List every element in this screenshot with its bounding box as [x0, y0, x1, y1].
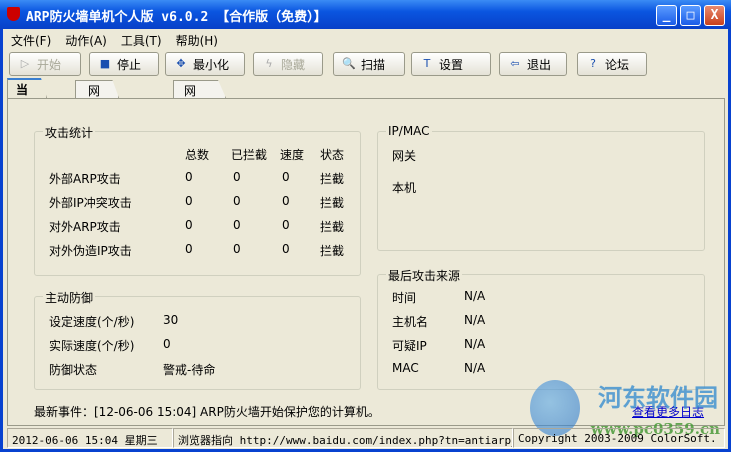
status-copyright: Copyright 2003-2009 ColorSoft. — [513, 428, 725, 448]
defense-label: 实际速度(个/秒) — [49, 339, 135, 353]
attack-row-value: 拦截 — [320, 220, 345, 234]
toolbar-button-5[interactable]: T 设置 — [411, 52, 491, 76]
last-attack-group: 最后攻击来源 时间 N/A 主机名 N/A 可疑IP N/A MAC N/A — [377, 267, 705, 390]
menu-action[interactable]: 动作(A) — [65, 32, 107, 48]
defense-label: 设定速度(个/秒) — [49, 315, 135, 329]
attack-row-label: 外部IP冲突攻击 — [49, 196, 132, 210]
tab-traffic-analysis[interactable]: 网络流量分析 — [75, 80, 120, 98]
attack-row-label: 外部ARP攻击 — [49, 172, 121, 186]
shield-icon — [7, 7, 20, 21]
last-attack-label: MAC — [392, 361, 419, 375]
defense-value: 30 — [163, 313, 179, 327]
tab-host-list[interactable]: 网络主机列表(2) — [173, 80, 226, 98]
defense-value: 警戒-待命 — [163, 363, 216, 377]
defense-value: 0 — [163, 337, 171, 351]
last-attack-value: N/A — [464, 361, 486, 375]
attack-row-label: 对外ARP攻击 — [49, 220, 121, 234]
group-title: 主动防御 — [43, 289, 96, 306]
app-window: ARP防火墙单机个人版 v6.0.2 【合作版（免费）】 _ □ X 文件(F)… — [0, 0, 731, 452]
window-title: ARP防火墙单机个人版 v6.0.2 【合作版（免费）】 — [26, 10, 327, 25]
exit-door-icon: ⇦ — [510, 57, 520, 70]
minimize-icon: ✥ — [176, 57, 186, 70]
attack-row-value: 0 — [282, 242, 290, 256]
attack-row-value: 0 — [233, 194, 241, 208]
last-attack-value: N/A — [464, 337, 486, 351]
toolbar-button-3[interactable]: ϟ 隐藏 — [253, 52, 323, 76]
defense-label: 防御状态 — [49, 363, 98, 377]
close-window-button[interactable]: X — [704, 5, 725, 26]
tab-current-status[interactable]: 当前状态 — [7, 78, 48, 98]
col-header: 速度 — [280, 148, 305, 162]
toolbar-button-2[interactable]: ✥ 最小化 — [165, 52, 245, 76]
maximize-window-button[interactable]: □ — [680, 5, 701, 26]
local-label: 本机 — [392, 181, 417, 195]
status-browser: 浏览器指向 http://www.baidu.com/index.php?tn=… — [173, 428, 513, 448]
event-label: 最新事件： — [34, 405, 95, 419]
toolbar-button-label: 退出 — [527, 57, 552, 72]
menu-help[interactable]: 帮助(H) — [176, 32, 218, 48]
group-title: 攻击统计 — [43, 124, 96, 141]
toolbar-button-7[interactable]: ? 论坛 — [577, 52, 647, 76]
toolbar-button-0[interactable]: ▷ 开始 — [9, 52, 81, 76]
last-attack-value: N/A — [464, 313, 486, 327]
group-title: 最后攻击来源 — [386, 267, 463, 284]
toolbar-button-4[interactable]: 🔍 扫描 — [333, 52, 405, 76]
lightning-icon: ϟ — [265, 57, 273, 70]
gateway-label: 网关 — [392, 149, 417, 163]
toolbar-button-label: 扫描 — [361, 57, 386, 72]
toolbar-button-label: 停止 — [117, 57, 142, 72]
attack-row-value: 0 — [185, 218, 193, 232]
status-panel: 攻击统计 总数 已拦截 速度 状态 外部ARP攻击 0 0 0 拦截 外部IP冲突攻击 0 0… — [7, 98, 725, 426]
toolbar-button-label: 论坛 — [605, 57, 630, 72]
toolbar-button-6[interactable]: ⇦ 退出 — [499, 52, 567, 76]
col-header: 状态 — [320, 148, 345, 162]
attack-row-value: 0 — [282, 218, 290, 232]
attack-row-value: 0 — [233, 218, 241, 232]
group-title: IP/MAC — [386, 124, 432, 138]
attack-row-value: 0 — [185, 242, 193, 256]
last-attack-value: N/A — [464, 289, 486, 303]
col-header: 总数 — [185, 148, 210, 162]
status-datetime: 2012-06-06 15:04 星期三 — [7, 428, 173, 448]
toolbar-button-label: 最小化 — [193, 57, 230, 72]
toolbar: ▷ 开始 ■ 停止 ✥ 最小化 ϟ 隐藏 🔍 扫描 T 设置 ⇦ 退出? 论坛 — [3, 50, 728, 78]
event-text: [12-06-06 15:04] ARP防火墙开始保护您的计算机。 — [94, 405, 380, 419]
title-bar: ARP防火墙单机个人版 v6.0.2 【合作版（免费）】 _ □ X — [0, 0, 731, 29]
defense-group: 主动防御 设定速度(个/秒) 30 实际速度(个/秒) 0 防御状态 警戒-待命 — [34, 289, 361, 390]
menu-bar: 文件(F) 动作(A) 工具(T) 帮助(H) — [3, 29, 728, 49]
last-attack-label: 可疑IP — [392, 339, 427, 353]
attack-row-value: 0 — [233, 242, 241, 256]
status-bar: 2012-06-06 15:04 星期三 浏览器指向 http://www.ba… — [7, 428, 725, 448]
play-icon: ▷ — [20, 57, 30, 70]
last-attack-label: 主机名 — [392, 315, 429, 329]
magnifier-icon: 🔍 — [342, 57, 356, 70]
attack-row-value: 拦截 — [320, 172, 345, 186]
stop-icon: ■ — [99, 57, 111, 70]
attack-row-value: 拦截 — [320, 196, 345, 210]
menu-tools[interactable]: 工具(T) — [121, 32, 162, 48]
toolbar-button-label: 开始 — [37, 57, 62, 72]
col-header: 已拦截 — [231, 148, 268, 162]
attack-row-value: 拦截 — [320, 244, 345, 258]
attack-stats-group: 攻击统计 总数 已拦截 速度 状态 外部ARP攻击 0 0 0 拦截 外部IP冲突攻击 0 0… — [34, 124, 361, 276]
menu-file[interactable]: 文件(F) — [11, 32, 51, 48]
toolbar-button-label: 设置 — [439, 57, 464, 72]
attack-row-value: 0 — [185, 194, 193, 208]
attack-row-value: 0 — [282, 194, 290, 208]
toolbar-button-label: 隐藏 — [281, 57, 306, 72]
help-icon: ? — [590, 57, 596, 70]
ipmac-group: IP/MAC 网关 本机 — [377, 124, 705, 251]
hammer-icon: T — [423, 57, 431, 70]
minimize-window-button[interactable]: _ — [656, 5, 677, 26]
attack-row-value: 0 — [233, 170, 241, 184]
toolbar-button-1[interactable]: ■ 停止 — [89, 52, 159, 76]
watermark-name: 河东软件园 — [598, 383, 718, 412]
last-attack-label: 时间 — [392, 291, 417, 305]
attack-row-value: 0 — [185, 170, 193, 184]
attack-row-label: 对外伪造IP攻击 — [49, 244, 132, 258]
attack-row-value: 0 — [282, 170, 290, 184]
